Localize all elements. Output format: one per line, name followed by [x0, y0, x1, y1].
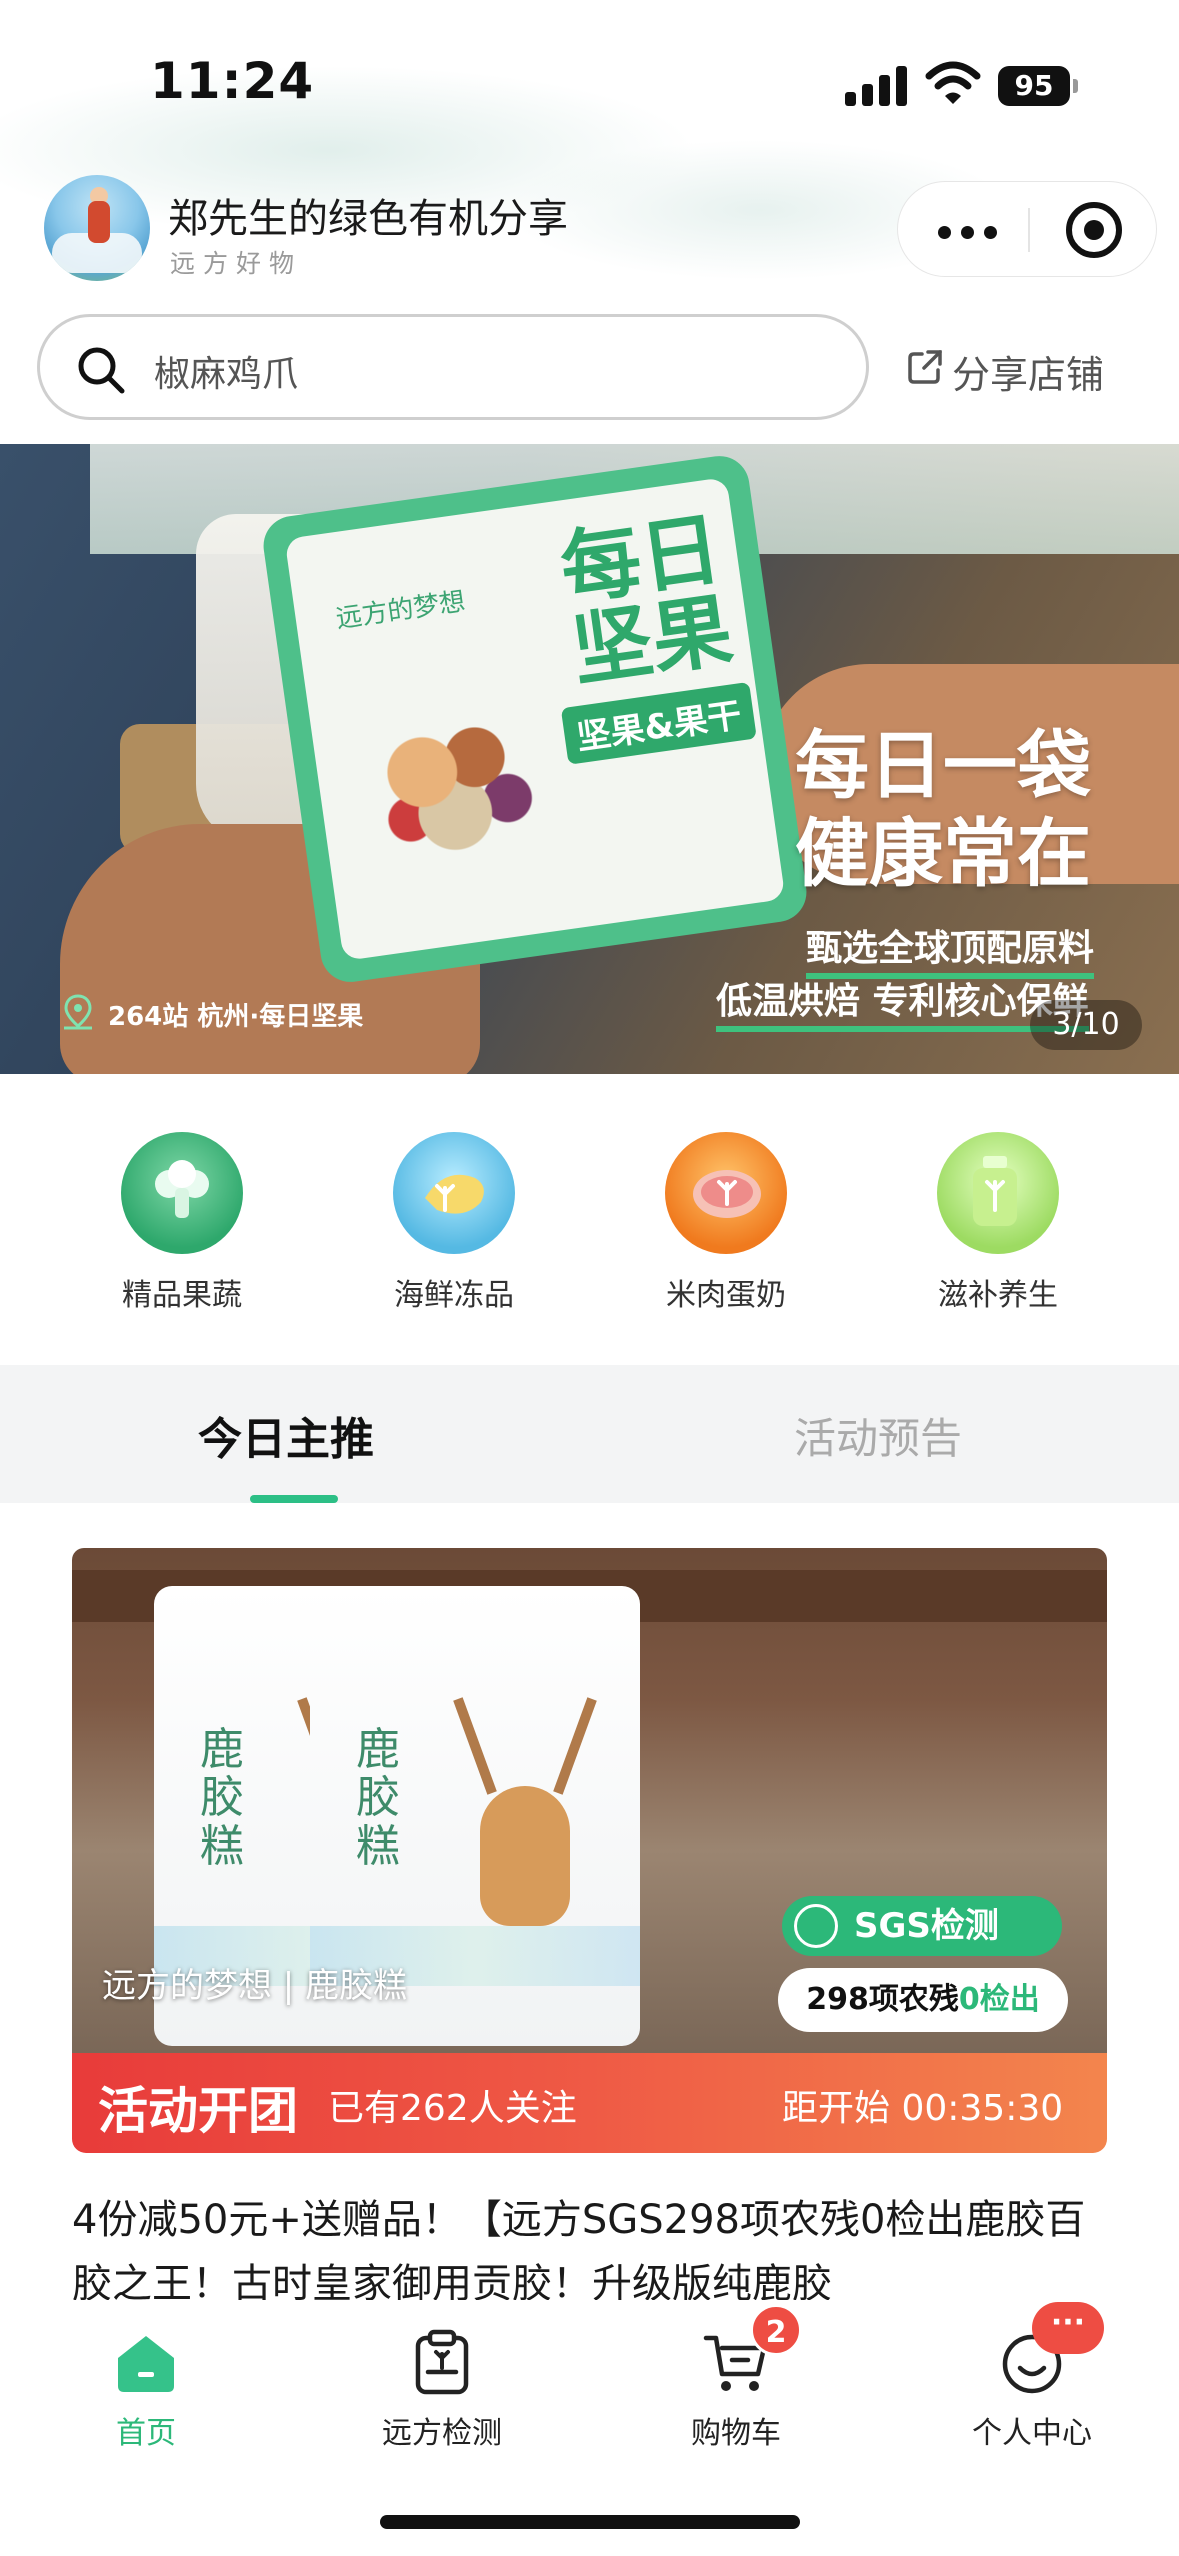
battery-icon: 95	[998, 66, 1078, 106]
clipboard-icon	[408, 2328, 476, 2396]
sgs-detail-highlight: 0检出	[958, 1982, 1040, 2017]
sgs-detail-prefix: 298项农残	[806, 1982, 959, 2017]
pouch-title: 鹿胶糕	[200, 1724, 244, 1872]
more-options-icon[interactable]	[938, 226, 998, 240]
nav-inspection[interactable]: 远方检测	[332, 2328, 552, 2452]
category-label: 海鲜冻品	[394, 1278, 514, 1313]
bottle-icon	[937, 1132, 1059, 1254]
nav-label: 购物车	[691, 2416, 781, 2451]
signal-icon	[845, 66, 907, 106]
promo-followers: 已有262人关注	[328, 2088, 577, 2129]
nav-label: 首页	[116, 2416, 176, 2451]
leaf-icon	[794, 1904, 838, 1948]
nav-profile[interactable]: 个人中心	[922, 2328, 1142, 2452]
wifi-icon	[925, 61, 981, 104]
product-description[interactable]: 4份减50元+送赠品！【远方SGS298项农残0检出鹿胶百胶之王！古时皇家御用贡…	[72, 2188, 1112, 2316]
search-input[interactable]: 椒麻鸡爪	[37, 314, 869, 420]
shop-subtitle: 远方好物	[170, 249, 303, 278]
home-indicator[interactable]	[380, 2515, 800, 2529]
nav-label: 个人中心	[972, 2416, 1092, 2451]
bag-title-line2: 坚果	[566, 583, 738, 698]
category-seafood-frozen[interactable]: 海鲜冻品	[354, 1132, 554, 1314]
category-label: 米肉蛋奶	[666, 1278, 786, 1313]
share-shop-label: 分享店铺	[952, 353, 1105, 397]
shop-name: 郑先生的绿色有机分享	[168, 196, 568, 242]
group-buy-bar[interactable]: 活动开团 已有262人关注 距开始 00:35:30	[72, 2053, 1107, 2153]
broccoli-icon	[121, 1132, 243, 1254]
sgs-detail: 298项农残0检出	[778, 1968, 1068, 2032]
nuts-illustration	[360, 695, 560, 869]
close-mini-program-icon[interactable]	[1066, 202, 1122, 258]
category-rice-meat-egg-milk[interactable]: 米肉蛋奶	[626, 1132, 826, 1314]
category-grid: 精品果蔬 海鲜冻品 米肉蛋奶 滋补养生	[0, 1090, 1179, 1360]
mini-program-capsule	[897, 181, 1157, 277]
active-tab-indicator	[250, 1495, 338, 1503]
pouch-title: 鹿胶糕	[356, 1724, 400, 1872]
capsule-divider	[1028, 208, 1030, 252]
cart-count-badge: 2	[750, 2304, 802, 2356]
status-bar: 11:24 95	[0, 0, 1179, 170]
location-pin-icon	[64, 994, 92, 1030]
search-icon	[78, 347, 125, 394]
bag-brand: 远方的梦想	[334, 586, 468, 635]
banner-line-1: 甄选全球顶配原料	[806, 919, 1095, 979]
sgs-label: SGS检测	[854, 1906, 999, 1946]
nav-cart[interactable]: 购物车	[626, 2328, 846, 2452]
promo-countdown: 距开始 00:35:30	[782, 2088, 1064, 2129]
search-placeholder: 椒麻鸡爪	[154, 354, 299, 395]
category-label: 滋补养生	[938, 1278, 1058, 1313]
tab-event-preview[interactable]: 活动预告	[794, 1405, 962, 1466]
content-tabs: 今日主推 活动预告	[0, 1365, 1179, 1503]
sgs-badge: SGS检测	[782, 1896, 1062, 1956]
promo-banner[interactable]: 远方的梦想 每日 坚果 坚果&果干 每日一袋 健康常在 甄选全球顶配原料 低温烘…	[0, 444, 1179, 1074]
category-fruits-vegetables[interactable]: 精品果蔬	[82, 1132, 282, 1314]
fish-icon	[393, 1132, 515, 1254]
image-caption: 远方的梦想 | 鹿胶糕	[102, 1966, 408, 2006]
banner-headline-2: 健康常在	[795, 811, 1091, 897]
battery-level: 95	[998, 66, 1070, 106]
banner-page-indicator: 3/10	[1030, 1000, 1142, 1050]
product-image[interactable]: 鹿胶糕 鹿胶糕 远方的梦想 | 鹿胶糕 SGS检测 298项农残0检出	[72, 1548, 1107, 2053]
nav-home[interactable]: 首页	[36, 2328, 256, 2452]
home-icon	[112, 2328, 180, 2396]
promo-title: 活动开团	[98, 2082, 298, 2140]
shop-avatar[interactable]	[44, 175, 150, 281]
category-label: 精品果蔬	[122, 1278, 242, 1313]
tab-today-featured[interactable]: 今日主推	[198, 1403, 374, 1467]
meat-icon	[665, 1132, 787, 1254]
banner-location-text: 264站 杭州·每日坚果	[108, 1002, 364, 1032]
category-health-nourishment[interactable]: 滋补养生	[898, 1132, 1098, 1314]
deer-illustration	[430, 1696, 620, 1936]
share-icon	[908, 350, 942, 384]
status-time: 11:24	[150, 52, 315, 110]
message-badge: ···	[1032, 2302, 1104, 2354]
nav-label: 远方检测	[382, 2416, 502, 2451]
product-bag-image: 远方的梦想 每日 坚果 坚果&果干	[259, 452, 811, 986]
